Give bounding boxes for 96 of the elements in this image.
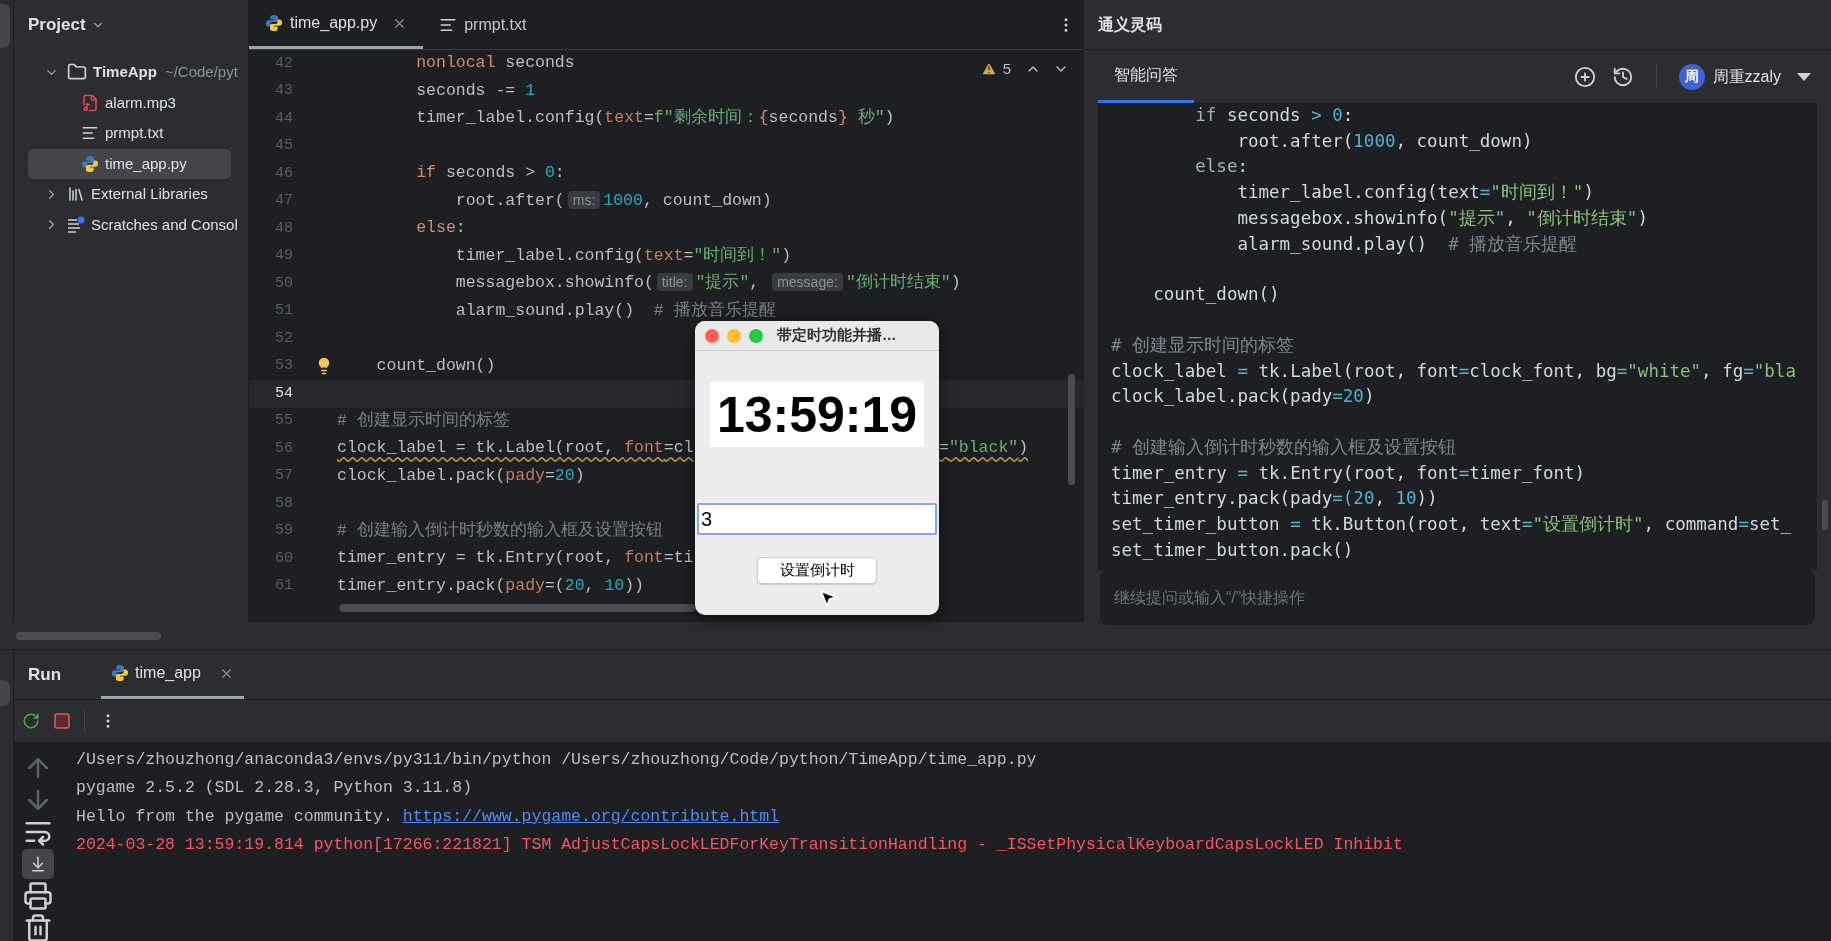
mouse-pointer-icon bbox=[818, 588, 838, 608]
code-line: seconds -= 1 bbox=[415, 79, 536, 102]
code-line: alarm_sound.play() # 播放音乐提醒 bbox=[454, 299, 776, 322]
music-file-icon bbox=[81, 93, 99, 112]
scroll-to-end-icon[interactable] bbox=[22, 849, 54, 879]
python-icon bbox=[265, 14, 283, 32]
code-line: timer_label.config(text="时间到！") bbox=[1236, 181, 1594, 205]
code-line: else: bbox=[1194, 155, 1248, 179]
line-number: 54 bbox=[274, 383, 293, 404]
code-line: clock_label.pack(pady=20) bbox=[1111, 385, 1375, 409]
line-number: 61 bbox=[274, 576, 293, 596]
console-line: /Users/zhouzhong/anaconda3/envs/py311/bin/python /Users/zhouzhong/Code/python/TimeApp/time_app.py bbox=[76, 750, 1037, 769]
panel-title: Run bbox=[28, 663, 62, 686]
code-line: if seconds > 0: bbox=[1194, 104, 1354, 127]
tree-item[interactable]: time_app.py bbox=[28, 148, 231, 179]
code-line: count_down() bbox=[1152, 283, 1280, 307]
line-number: 45 bbox=[274, 136, 293, 156]
line-number: 56 bbox=[274, 438, 293, 459]
python-file-icon bbox=[81, 154, 99, 173]
console-line: pygame 2.5.2 (SDL 2.28.3, Python 3.11.8) bbox=[76, 778, 473, 798]
line-number: 49 bbox=[274, 246, 293, 266]
line-number: 42 bbox=[274, 53, 293, 74]
avatar[interactable]: 周 bbox=[1678, 63, 1705, 90]
console-link[interactable]: https://www.pygame.org/contribute.html bbox=[402, 806, 780, 826]
line-number: 43 bbox=[274, 81, 293, 101]
horizontal-scrollbar[interactable] bbox=[16, 631, 161, 640]
code-line: timer_entry.pack(pady=(20, 10)) bbox=[337, 574, 644, 597]
editor-tab[interactable]: time_app.py bbox=[249, 0, 424, 49]
user-name[interactable]: 周重zzaly bbox=[1712, 64, 1781, 89]
line-number: 60 bbox=[274, 548, 293, 569]
code-line: messagebox.showinfo("提示", "倒计时结束") bbox=[1236, 206, 1648, 230]
window-title: 带定时功能并播… bbox=[777, 325, 897, 345]
editor-tab[interactable]: prmpt.txt bbox=[423, 0, 543, 49]
tree-item[interactable]: prmpt.txt bbox=[28, 118, 231, 149]
panel-title: 通义灵码 bbox=[1098, 14, 1162, 35]
line-number: 44 bbox=[274, 108, 293, 129]
code-line: # 创建显示时间的标签 bbox=[1111, 333, 1295, 357]
warning-icon bbox=[980, 61, 997, 78]
code-line: # 创建输入倒计时秒数的输入框及设置按钮 bbox=[1111, 436, 1457, 460]
console-line: 2024-03-28 13:59:19.814 python[17266:221821] TSM AdjustCapsLockLEDForKeyTransitionHandling - _ISSetPhysicalKeyboardCapsLockLED Inhibit bbox=[76, 834, 1403, 854]
code-line: timer_entry.pack(pady=(20, 10)) bbox=[1111, 487, 1438, 511]
code-line: timer_label.config(text=f"剩余时间：{seconds} 秒") bbox=[415, 107, 895, 130]
code-line: alarm_sound.play() # 播放音乐提醒 bbox=[1236, 232, 1578, 256]
history-icon[interactable] bbox=[1611, 65, 1634, 88]
line-number: 57 bbox=[274, 466, 293, 486]
code-line: timer_label.config(text="时间到！") bbox=[454, 244, 792, 267]
new-chat-icon[interactable] bbox=[1573, 65, 1596, 88]
clock-display: 13:59:19 bbox=[716, 389, 918, 440]
library-icon bbox=[67, 185, 85, 204]
python-icon bbox=[111, 664, 130, 682]
code-line: clock_label.pack(pady=20) bbox=[337, 464, 585, 487]
code-line: else: bbox=[415, 217, 466, 240]
code-line: set_timer_button.pack() bbox=[1111, 538, 1354, 562]
code-line: ="black") bbox=[939, 437, 1029, 460]
tree-item[interactable]: alarm.mp3 bbox=[28, 87, 231, 118]
scratches-icon bbox=[67, 215, 85, 234]
line-number: 48 bbox=[274, 218, 293, 239]
code-line: messagebox.showinfo( title: "提示", message: "倒计时结束") bbox=[454, 272, 961, 295]
chat-input[interactable]: 继续提问或输入“/”快捷操作 bbox=[1100, 570, 1815, 625]
line-number: 52 bbox=[274, 328, 293, 349]
code-line: count_down() bbox=[375, 354, 496, 377]
code-line: # 创建显示时间的标签 bbox=[337, 409, 510, 432]
code-line: clock_label = tk.Label(root, font=clock_font, bg="white", fg="bla bbox=[1111, 359, 1796, 383]
line-number: 58 bbox=[274, 493, 293, 514]
line-number: 55 bbox=[274, 411, 293, 431]
tree-item[interactable]: Scratches and Consol bbox=[28, 209, 238, 240]
line-number: 51 bbox=[274, 301, 293, 321]
console-line: Hello from the pygame community. https://www.pygame.org/contribute.html bbox=[76, 806, 780, 826]
code-line: timer_entry = tk.Entry(root, font=ti bbox=[337, 547, 694, 570]
code-line: clock_label = tk.Label(root, font=cl bbox=[337, 437, 694, 460]
print-icon[interactable] bbox=[22, 881, 54, 911]
stop-icon[interactable] bbox=[54, 713, 70, 729]
vertical-scrollbar[interactable] bbox=[1068, 374, 1075, 485]
line-number: 50 bbox=[274, 273, 293, 294]
seconds-field[interactable]: 3 bbox=[697, 503, 937, 535]
code-line: if seconds > 0: bbox=[415, 162, 565, 185]
code-line: root.after(1000, count_down) bbox=[1236, 129, 1533, 153]
tree-item[interactable]: TimeApp ~/Code/pyt bbox=[28, 57, 238, 88]
panel-title[interactable]: Project bbox=[28, 12, 86, 38]
dropdown-caret-icon[interactable] bbox=[1797, 72, 1811, 81]
folder-icon bbox=[67, 62, 87, 83]
code-line: root.after( ms: 1000, count_down) bbox=[454, 189, 772, 212]
vertical-scrollbar[interactable] bbox=[1822, 500, 1828, 530]
line-number: 46 bbox=[274, 163, 293, 184]
line-number: 47 bbox=[274, 191, 293, 211]
rerun-icon[interactable] bbox=[22, 712, 40, 730]
line-number: 59 bbox=[274, 521, 293, 541]
code-line: set_timer_button = tk.Button(root, text="设置倒计时", command=set_ bbox=[1111, 513, 1792, 537]
line-number: 53 bbox=[274, 356, 293, 376]
run-tab[interactable]: time_app bbox=[101, 650, 244, 699]
code-line: timer_entry = tk.Entry(root, font=timer_font) bbox=[1111, 461, 1586, 485]
set-timer-button[interactable]: 设置倒计时 bbox=[757, 557, 877, 584]
horizontal-scrollbar[interactable] bbox=[339, 604, 695, 612]
code-line: # 创建输入倒计时秒数的输入框及设置按钮 bbox=[337, 519, 663, 542]
tree-item[interactable]: External Libraries bbox=[28, 179, 231, 210]
code-line: nonlocal seconds bbox=[415, 52, 575, 75]
